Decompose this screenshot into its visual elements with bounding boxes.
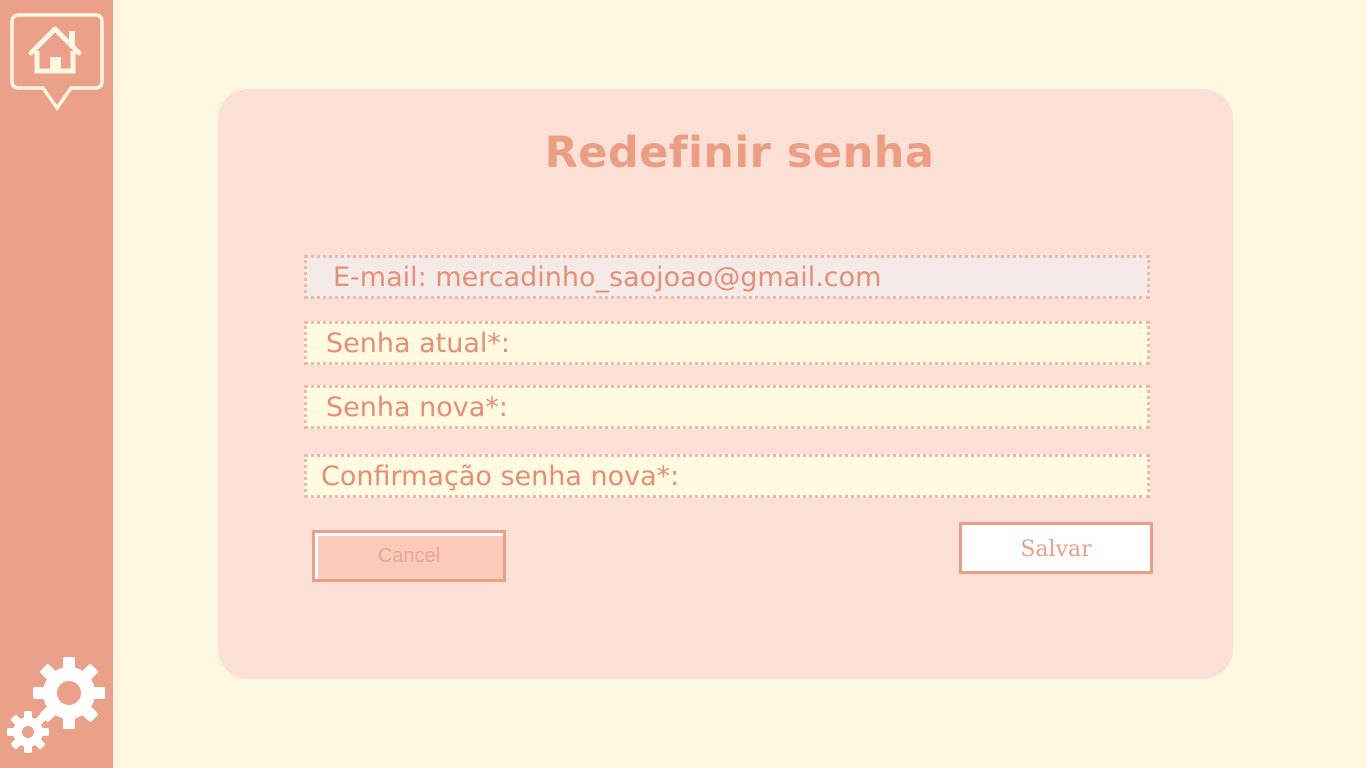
gears-icon <box>7 657 105 753</box>
page-title: Redefinir senha <box>544 128 935 178</box>
sidebar <box>0 0 113 768</box>
email-field: E-mail: mercadinho_saojoao@gmail.com <box>304 255 1150 299</box>
current-password-field[interactable]: Senha atual*: <box>304 321 1150 365</box>
current-password-label: Senha atual*: <box>326 328 510 359</box>
settings-button[interactable] <box>6 656 106 756</box>
confirm-password-label: Confirmação senha nova*: <box>321 461 680 492</box>
confirm-password-field[interactable]: Confirmação senha nova*: <box>304 454 1150 498</box>
home-button[interactable] <box>9 13 105 112</box>
new-password-field[interactable]: Senha nova*: <box>304 385 1150 429</box>
save-button-label: Salvar <box>1020 537 1092 562</box>
new-password-label: Senha nova*: <box>326 392 508 423</box>
save-button[interactable]: Salvar <box>959 522 1153 574</box>
home-icon <box>10 13 104 112</box>
email-label: E-mail: mercadinho_saojoao@gmail.com <box>333 262 882 293</box>
cancel-button[interactable]: Cancel <box>312 530 506 582</box>
